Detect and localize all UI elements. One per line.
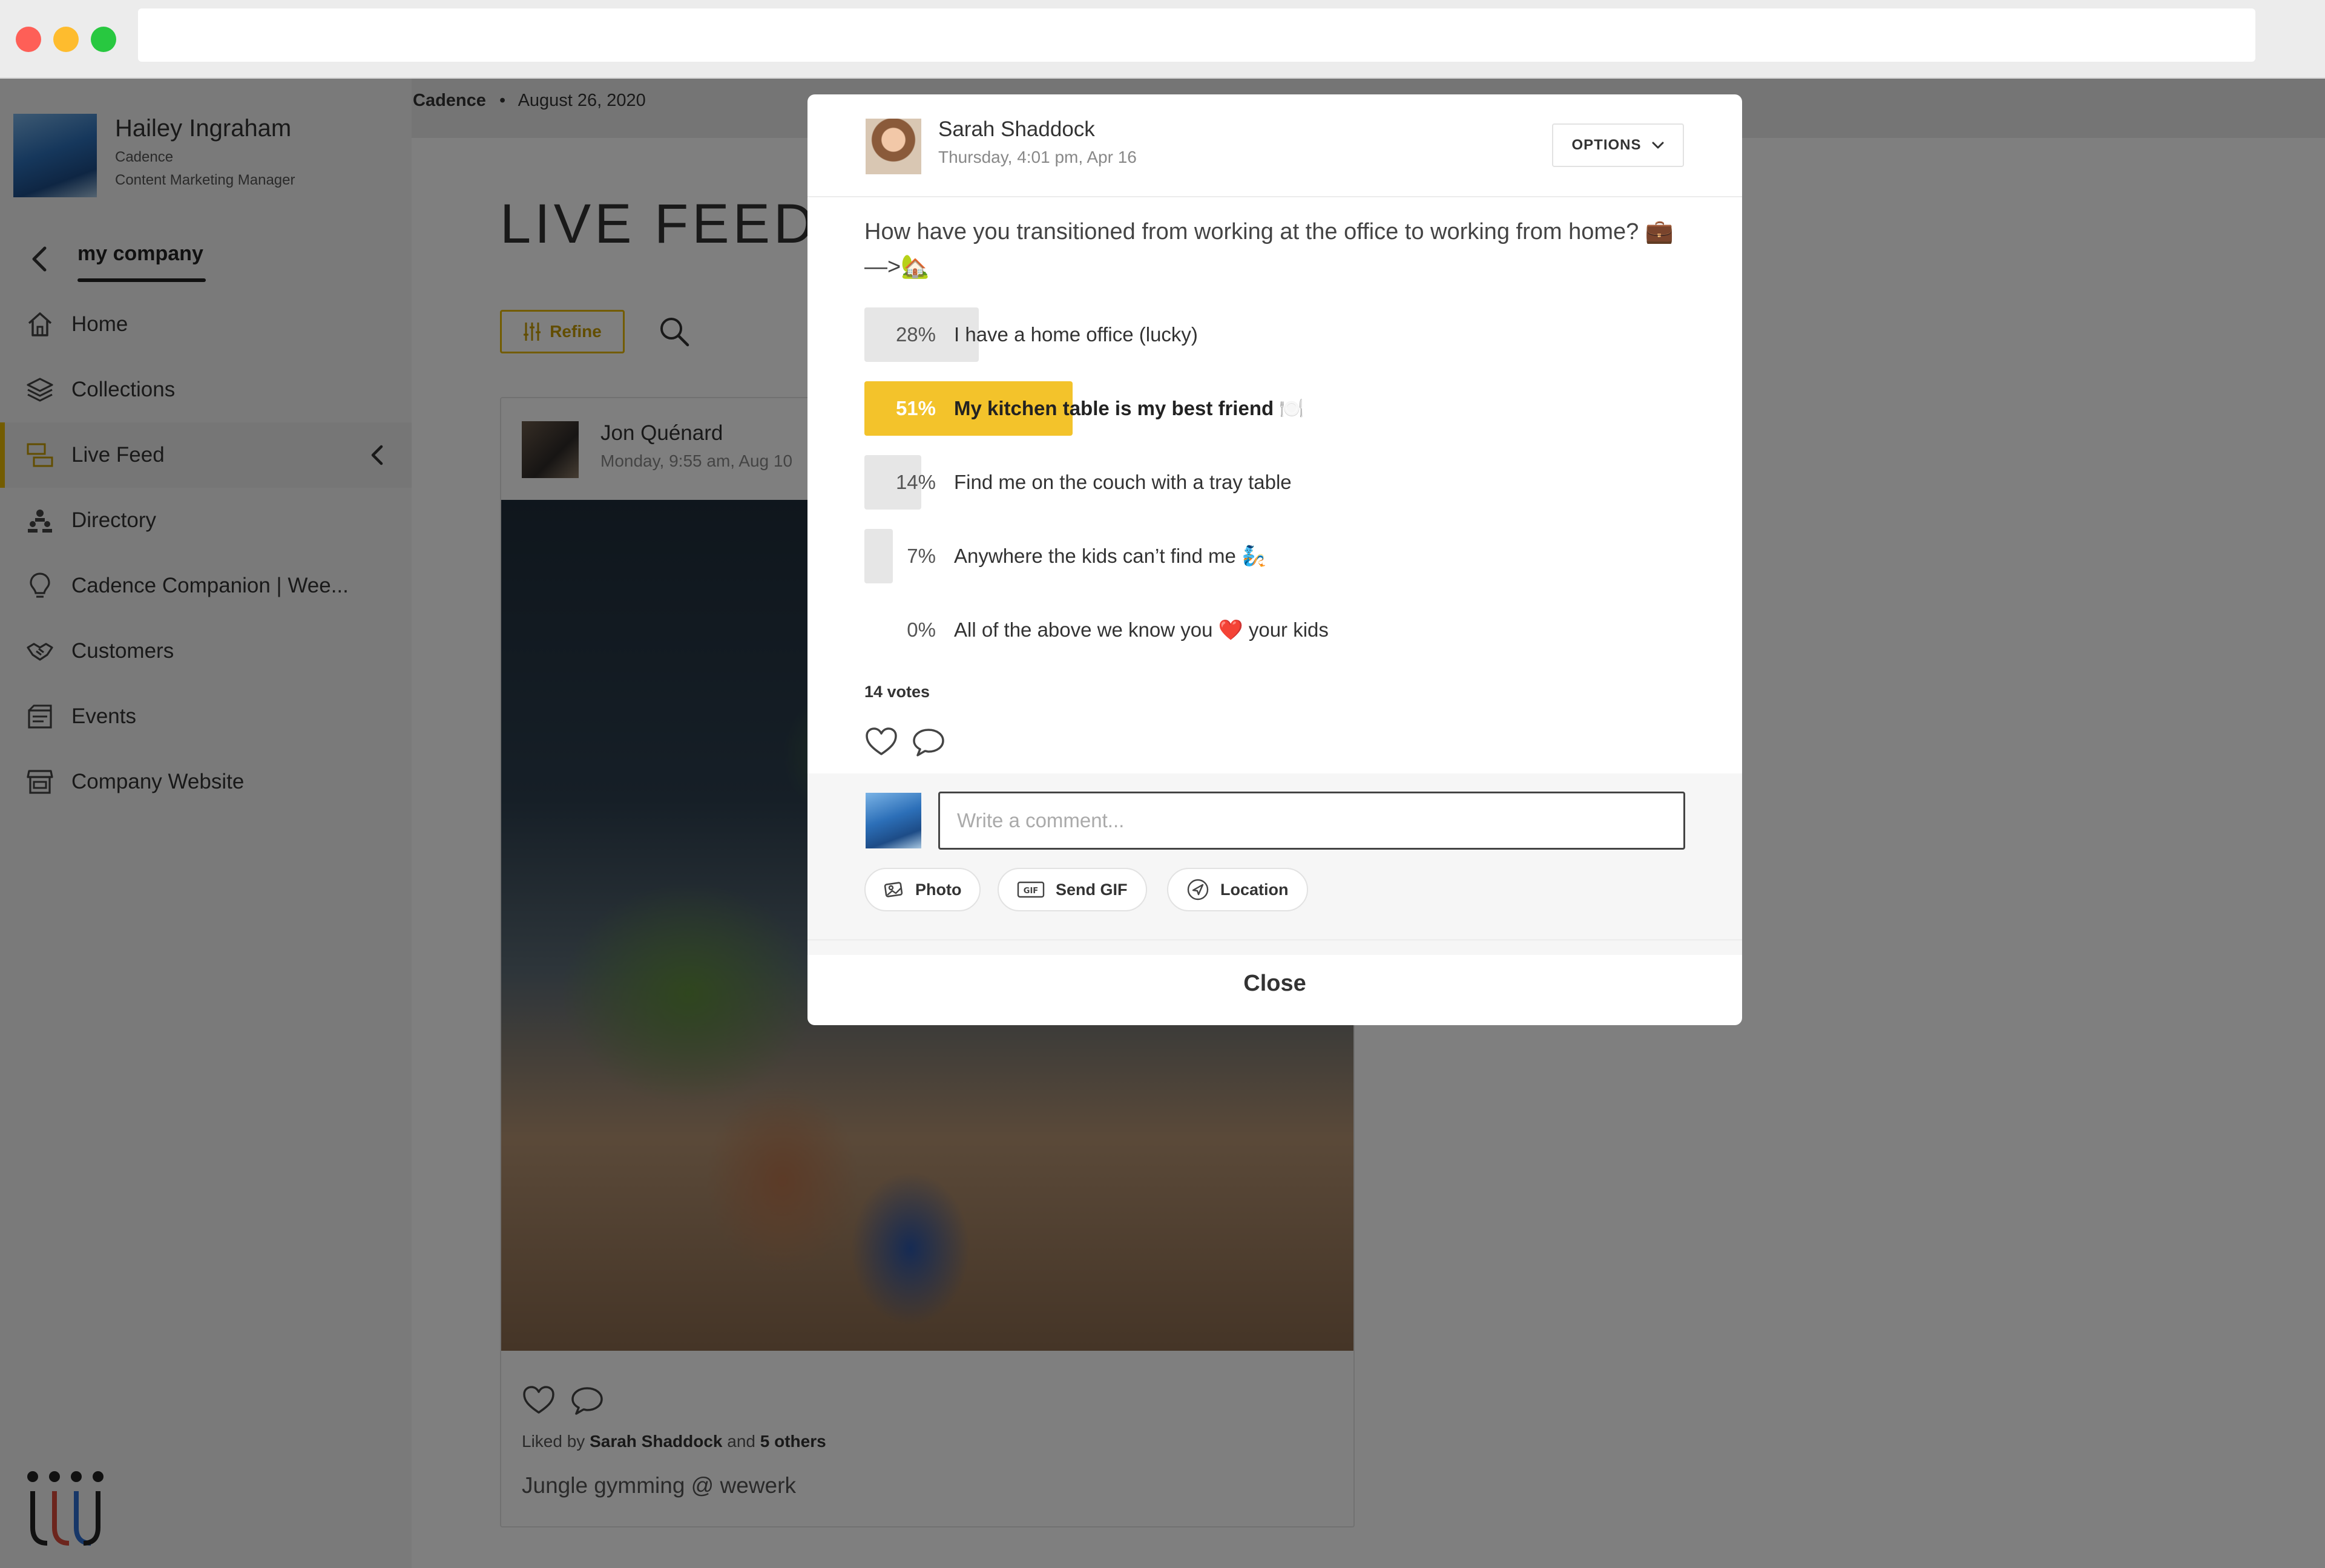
poll-option-label: Find me on the couch with a tray table [954, 471, 1292, 493]
vote-count: 14 votes [864, 683, 930, 701]
poll-option[interactable]: 14% Find me on the couch with a tray tab… [864, 455, 1688, 510]
poll-percent: 0% [907, 618, 936, 641]
poll-option[interactable]: 7% Anywhere the kids can’t find me 🧞 [864, 529, 1688, 583]
photo-label: Photo [915, 880, 962, 899]
options-label: OPTIONS [1571, 137, 1642, 153]
close-button[interactable]: Close [807, 942, 1742, 1025]
send-gif-label: Send GIF [1056, 880, 1128, 899]
location-button[interactable]: Location [1167, 868, 1308, 911]
send-gif-button[interactable]: GIF Send GIF [998, 868, 1147, 911]
poll-option-label: Anywhere the kids can’t find me 🧞 [954, 545, 1267, 567]
poll-percent: 51% [895, 397, 936, 419]
poll-percent: 7% [907, 545, 936, 567]
poll-option[interactable]: 0% All of the above we know you ❤️ your … [864, 603, 1688, 657]
poll-option-label: I have a home office (lucky) [954, 323, 1198, 346]
address-bar[interactable] [138, 8, 2255, 62]
close-window-button[interactable] [16, 27, 41, 52]
comment-input[interactable] [938, 792, 1685, 850]
current-user-avatar [866, 793, 921, 848]
modal-time: Thursday, 4:01 pm, Apr 16 [938, 148, 1137, 166]
modal-author-avatar[interactable] [866, 119, 921, 174]
poll-option-label: My kitchen table is my best friend 🍽️ [954, 397, 1304, 419]
options-dropdown[interactable]: OPTIONS [1552, 123, 1684, 167]
poll-percent: 28% [895, 323, 936, 346]
modal-author[interactable]: Sarah Shaddock [938, 117, 1095, 142]
poll-percent: 14% [895, 471, 936, 493]
minimize-window-button[interactable] [53, 27, 79, 52]
modal-footer-divider [807, 939, 1742, 940]
poll-option[interactable]: 28% I have a home office (lucky) [864, 307, 1688, 362]
poll-question: How have you transitioned from working a… [864, 219, 1674, 280]
poll-option-label: All of the above we know you ❤️ your kid… [954, 618, 1329, 641]
modal-header-divider [807, 196, 1742, 197]
maximize-window-button[interactable] [91, 27, 116, 52]
photo-button[interactable]: Photo [864, 868, 981, 911]
heart-icon[interactable] [864, 726, 898, 758]
chevron-down-icon [1652, 142, 1663, 149]
comment-icon[interactable] [912, 726, 945, 758]
svg-text:GIF: GIF [1024, 887, 1038, 896]
location-arrow-icon [1187, 879, 1209, 900]
photo-icon [884, 882, 903, 897]
location-label: Location [1220, 880, 1289, 899]
poll-modal: Sarah Shaddock Thursday, 4:01 pm, Apr 16… [807, 94, 1742, 1025]
gif-icon: GIF [1017, 881, 1045, 898]
poll-option[interactable]: 51% My kitchen table is my best friend 🍽… [864, 381, 1688, 436]
